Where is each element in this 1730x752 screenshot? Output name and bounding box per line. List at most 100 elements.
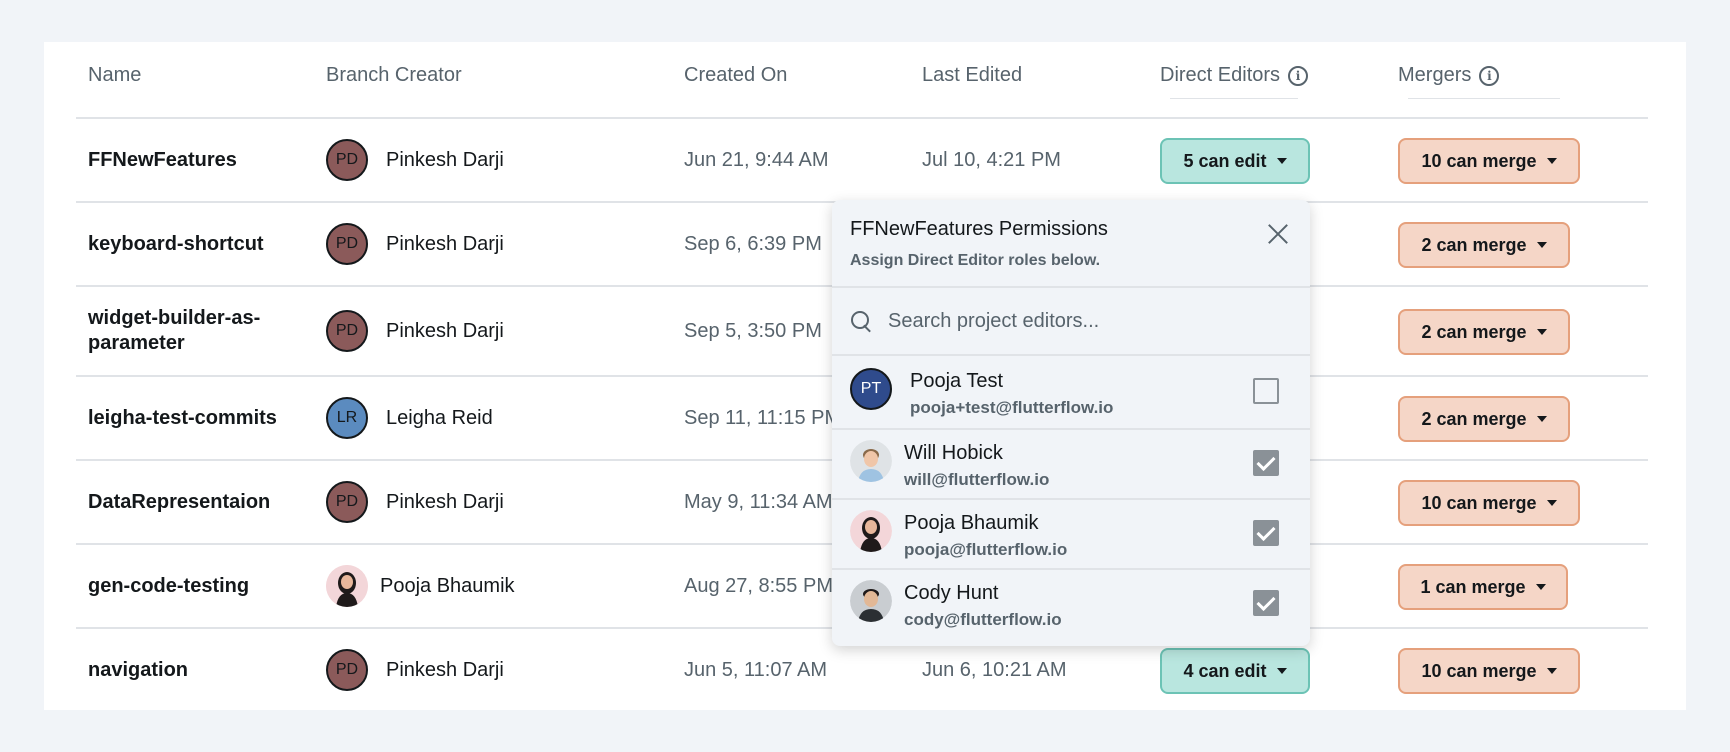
edited-date: Jul 10, 4:21 PM	[922, 148, 1061, 171]
header-mergers-label: Mergers	[1398, 64, 1472, 86]
branch-name[interactable]: leigha-test-commits	[88, 376, 298, 460]
header-edited-label: Last Edited	[922, 64, 1023, 86]
created-date: Sep 11, 11:15 PM	[684, 406, 842, 429]
editors-dropdown[interactable]: 5 can edit	[1160, 138, 1310, 184]
header-name-label: Name	[88, 64, 142, 86]
caret-down-icon	[1546, 158, 1557, 164]
editor-email: cody@flutterflow.io	[904, 610, 1062, 629]
mergers-header-underline	[1408, 98, 1560, 99]
caret-down-icon	[1276, 668, 1287, 674]
user-photo-avatar	[850, 440, 892, 482]
table-row[interactable]: FFNewFeatures PD Pinkesh Darji Jun 21, 9…	[0, 118, 1730, 202]
editors-dropdown[interactable]: 4 can edit	[1160, 648, 1310, 694]
editor-name: Pooja Bhaumik	[904, 512, 1039, 534]
mergers-dropdown-label: 2 can merge	[1421, 408, 1527, 429]
mergers-dropdown[interactable]: 1 can merge	[1398, 564, 1568, 610]
caret-down-icon	[1536, 329, 1547, 335]
close-icon[interactable]	[1266, 222, 1290, 246]
avatar: PD	[326, 481, 368, 523]
mergers-dropdown[interactable]: 2 can merge	[1398, 396, 1570, 442]
creator-name: Pooja Bhaumik	[380, 574, 515, 597]
popup-subtitle: Assign Direct Editor roles below.	[850, 252, 1101, 269]
branch-name[interactable]: widget-builder-as-parameter	[88, 286, 298, 376]
popup-title: FFNewFeatures Permissions	[850, 218, 1108, 240]
creator-name: Pinkesh Darji	[386, 148, 504, 171]
mergers-dropdown[interactable]: 2 can merge	[1398, 222, 1570, 268]
editor-name: Pooja Test	[910, 370, 1004, 392]
editor-search	[832, 288, 1310, 354]
mergers-dropdown[interactable]: 10 can merge	[1398, 480, 1580, 526]
created-date: May 9, 11:34 AM	[684, 490, 833, 513]
avatar: PT	[850, 368, 892, 410]
header-created: Created On	[684, 64, 787, 87]
editor-email: will@flutterflow.io	[904, 470, 1050, 489]
branch-creator: PD Pinkesh Darji	[326, 628, 504, 712]
editor-list-item[interactable]: Pooja Bhaumik pooja@flutterflow.io	[832, 500, 1310, 568]
mergers-dropdown[interactable]: 10 can merge	[1398, 648, 1580, 694]
branch-creator: Pooja Bhaumik	[326, 544, 515, 628]
mergers-dropdown[interactable]: 10 can merge	[1398, 138, 1580, 184]
mergers-dropdown-label: 2 can merge	[1421, 321, 1527, 342]
editor-list-item[interactable]: Will Hobick will@flutterflow.io	[832, 430, 1310, 498]
branch-name[interactable]: keyboard-shortcut	[88, 202, 298, 286]
editor-list-item[interactable]: Cody Hunt cody@flutterflow.io	[832, 570, 1310, 638]
avatar: PD	[326, 310, 368, 352]
editor-email: pooja+test@flutterflow.io	[910, 398, 1114, 417]
created-date: Aug 27, 8:55 PM	[684, 574, 833, 597]
branch-name[interactable]: DataRepresentaion	[88, 460, 298, 544]
avatar: LR	[326, 397, 368, 439]
user-photo-avatar	[850, 510, 892, 552]
header-editors-label: Direct Editors	[1160, 64, 1281, 86]
header-creator-label: Branch Creator	[326, 64, 462, 86]
header-editors: Direct Editors i	[1160, 64, 1309, 87]
editor-checkbox[interactable]	[1253, 590, 1279, 616]
header-mergers: Mergers i	[1398, 64, 1500, 87]
creator-name: Leigha Reid	[386, 406, 493, 429]
branch-creator: PD Pinkesh Darji	[326, 118, 504, 202]
header-created-label: Created On	[684, 64, 788, 86]
branch-creator: PD Pinkesh Darji	[326, 286, 504, 376]
caret-down-icon	[1276, 158, 1287, 164]
editors-info-icon[interactable]: i	[1288, 65, 1309, 86]
mergers-dropdown-label: 1 can merge	[1420, 576, 1526, 597]
user-photo-avatar	[850, 580, 892, 622]
permissions-popup: FFNewFeatures Permissions Assign Direct …	[832, 200, 1310, 646]
creator-name: Pinkesh Darji	[386, 319, 504, 342]
creator-name: Pinkesh Darji	[386, 490, 504, 513]
editor-name: Cody Hunt	[904, 582, 999, 604]
branch-creator: LR Leigha Reid	[326, 376, 493, 460]
avatar: PD	[326, 223, 368, 265]
editors-header-underline	[1170, 98, 1298, 99]
header-edited: Last Edited	[922, 64, 1022, 87]
header-creator: Branch Creator	[326, 64, 462, 87]
created-date: Jun 5, 11:07 AM	[684, 658, 828, 681]
mergers-dropdown-label: 10 can merge	[1421, 492, 1537, 513]
branch-name[interactable]: gen-code-testing	[88, 544, 298, 628]
caret-down-icon	[1535, 584, 1546, 590]
header-name: Name	[88, 64, 141, 87]
search-icon	[850, 310, 874, 334]
creator-name: Pinkesh Darji	[386, 232, 504, 255]
popup-divider	[832, 354, 1310, 356]
created-date: Sep 6, 6:39 PM	[684, 232, 822, 255]
mergers-dropdown[interactable]: 2 can merge	[1398, 309, 1570, 355]
avatar: PD	[326, 649, 368, 691]
editor-checkbox[interactable]	[1253, 520, 1279, 546]
search-input[interactable]	[888, 302, 1288, 340]
mergers-dropdown-label: 10 can merge	[1421, 660, 1537, 681]
editor-checkbox[interactable]	[1253, 378, 1279, 404]
editor-email: pooja@flutterflow.io	[904, 540, 1068, 559]
avatar: PD	[326, 139, 368, 181]
mergers-info-icon[interactable]: i	[1479, 65, 1500, 86]
mergers-dropdown-label: 10 can merge	[1421, 150, 1537, 171]
branch-name[interactable]: FFNewFeatures	[88, 118, 298, 202]
editor-list-item[interactable]: PT Pooja Test pooja+test@flutterflow.io	[832, 358, 1310, 426]
editor-checkbox[interactable]	[1253, 450, 1279, 476]
caret-down-icon	[1536, 416, 1547, 422]
branch-creator: PD Pinkesh Darji	[326, 202, 504, 286]
caret-down-icon	[1546, 668, 1557, 674]
branch-name[interactable]: navigation	[88, 628, 298, 712]
branch-creator: PD Pinkesh Darji	[326, 460, 504, 544]
mergers-dropdown-label: 2 can merge	[1421, 234, 1527, 255]
user-photo-avatar	[326, 565, 368, 607]
